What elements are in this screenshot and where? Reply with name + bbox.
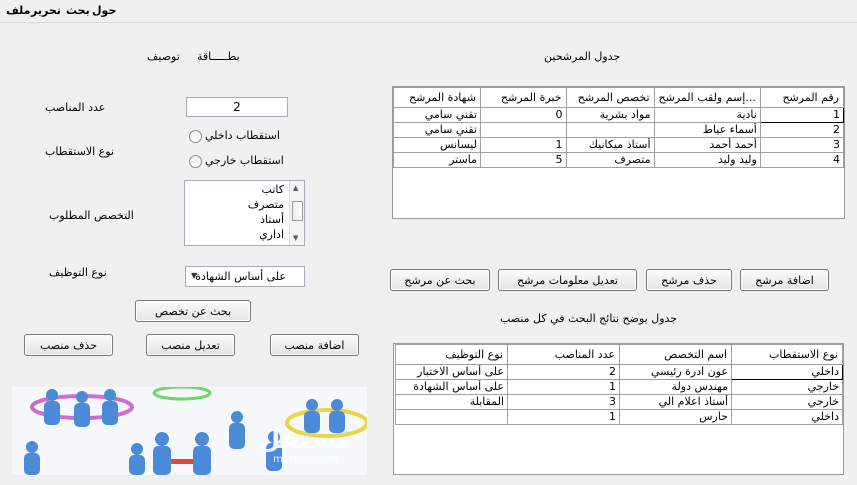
table-cell[interactable]: 1 [507, 379, 620, 395]
table-row[interactable]: المقابلة 3 أستاذ اعلام الي خارجي [395, 394, 843, 410]
menu-about[interactable]: حول [92, 4, 116, 17]
results-grid[interactable]: نوع التوظيف عدد المناصب اسم التخصص نوع ا… [393, 343, 844, 475]
column-header[interactable]: تخصص المرشح [565, 87, 655, 108]
table-cell[interactable]: ليسانس [393, 137, 481, 153]
search-candidate-button[interactable]: بحث عن مرشح [390, 269, 490, 291]
chevron-down-icon: ▼ [191, 271, 198, 280]
radio-internal[interactable] [189, 130, 202, 143]
menu-file[interactable]: ملف [6, 4, 30, 17]
edit-candidate-button[interactable]: تعديل معلومات مرشح [498, 269, 637, 291]
menu-bar [0, 0, 857, 23]
table-cell[interactable]: حارس [619, 409, 732, 425]
table-row[interactable]: تقني سامي أسماء عياط 2 [393, 122, 845, 138]
required-specialty-label: التخصص المطلوب [49, 209, 134, 222]
table-row[interactable]: ماستر 5 متصرف وليد وليد 4 [393, 152, 845, 168]
table-cell[interactable]: داخلي [731, 409, 843, 425]
table-cell[interactable]: 2 [759, 122, 845, 138]
listbox-scrollbar[interactable]: ▲ ▼ [289, 181, 304, 245]
table-cell[interactable]: تقني سامي [393, 122, 481, 138]
table-cell[interactable]: 3 [759, 137, 845, 153]
table-cell[interactable]: 1 [759, 107, 845, 123]
specialty-listbox[interactable]: كاتب متصرف أستاذ اداري ▲ ▼ [184, 180, 305, 246]
column-header[interactable]: نوع الاستقطاب [731, 344, 843, 365]
table-cell[interactable]: ماستر [393, 152, 481, 168]
table-cell[interactable]: على أساس الشهادة [395, 379, 508, 395]
column-header[interactable]: إسم ولقب المرشح... [653, 87, 761, 108]
table-cell[interactable]: متصرف [565, 152, 655, 168]
table-cell[interactable]: تقني سامي [393, 107, 481, 123]
table-cell[interactable]: نادية [653, 107, 761, 123]
search-specialty-button[interactable]: بحث عن تخصص [135, 300, 251, 322]
table-cell[interactable]: 5 [479, 152, 567, 168]
results-table-title: جدول يوضح نتائج البحث في كل منصب [500, 312, 678, 325]
radio-external-label: استقطاب خارجي [205, 154, 284, 167]
list-item[interactable]: اداري [185, 227, 288, 242]
menu-edit[interactable]: تحرير [31, 4, 61, 17]
column-header[interactable]: نوع التوظيف [395, 344, 508, 365]
table-cell[interactable]: 0 [479, 107, 567, 123]
column-header[interactable]: شهادة المرشح [393, 87, 481, 108]
table-row[interactable]: على أساس الشهادة 1 مهندس دولة خارجي [395, 379, 843, 395]
recruitment-type-label: نوع الاستقطاب [45, 145, 114, 158]
column-header[interactable]: عدد المناصب [507, 344, 620, 365]
add-position-button[interactable]: اضافة منصب [270, 334, 359, 356]
column-header[interactable]: خبرة المرشح [479, 87, 567, 108]
candidates-grid[interactable]: شهادة المرشح خبرة المرشح تخصص المرشح إسم… [392, 86, 845, 219]
watermark: مستقل mostaqi.com [258, 426, 353, 465]
table-cell[interactable]: أستاذ ميكانيك [565, 137, 655, 153]
delete-position-button[interactable]: حذف منصب [24, 334, 113, 356]
table-cell[interactable] [565, 122, 655, 138]
add-candidate-button[interactable]: اضافة مرشح [740, 269, 829, 291]
delete-candidate-button[interactable]: حذف مرشح [646, 269, 732, 291]
scroll-down-icon[interactable]: ▼ [293, 234, 298, 242]
hiring-type-select[interactable]: على أساس الشهادة ▼ [185, 266, 305, 287]
list-item[interactable]: متصرف [185, 197, 288, 212]
candidates-table: شهادة المرشح خبرة المرشح تخصص المرشح إسم… [393, 87, 845, 168]
tab-description[interactable]: توصيف [147, 50, 180, 63]
table-cell[interactable]: أستاذ اعلام الي [619, 394, 732, 410]
radio-external[interactable] [189, 155, 202, 168]
table-cell[interactable]: على أساس الاختبار [395, 364, 508, 380]
table-cell[interactable]: 2 [507, 364, 620, 380]
table-cell[interactable]: مواد بشرية [565, 107, 655, 123]
table-row[interactable]: 1 حارس داخلي [395, 409, 843, 425]
hiring-type-value: على أساس الشهادة [195, 270, 286, 283]
table-cell[interactable] [395, 409, 508, 425]
tab-card[interactable]: بطـــــاقة [197, 50, 240, 63]
radio-internal-label: استقطاب داخلي [205, 129, 280, 142]
table-cell[interactable]: مهندس دولة [619, 379, 732, 395]
table-row[interactable]: تقني سامي 0 مواد بشرية نادية 1 [393, 107, 845, 123]
scroll-thumb[interactable] [292, 201, 303, 221]
table-cell[interactable]: 4 [759, 152, 845, 168]
candidates-table-title: جدول المرشحين [544, 50, 621, 63]
watermark-logo-text: مستقل [257, 425, 353, 455]
table-cell[interactable]: المقابلة [395, 394, 508, 410]
table-cell[interactable] [479, 122, 567, 138]
table-cell[interactable]: أحمد أحمد [653, 137, 761, 153]
people-network-image: مستقل mostaqi.com [12, 387, 367, 475]
table-cell[interactable]: عون ادرة رئيسي [619, 364, 732, 380]
list-item[interactable]: كاتب [185, 182, 288, 197]
table-cell[interactable]: 3 [507, 394, 620, 410]
column-header[interactable]: اسم التخصص [619, 344, 732, 365]
table-cell[interactable]: أسماء عياط [653, 122, 761, 138]
table-row[interactable]: ليسانس 1 أستاذ ميكانيك أحمد أحمد 3 [393, 137, 845, 153]
positions-label: عدد المناصب [45, 101, 106, 114]
hiring-type-label: نوع التوظيف [49, 266, 107, 279]
scroll-up-icon[interactable]: ▲ [293, 184, 298, 192]
column-header[interactable]: رقم المرشح [759, 87, 845, 108]
table-row[interactable]: على أساس الاختبار 2 عون ادرة رئيسي داخلي [395, 364, 843, 380]
results-table: نوع التوظيف عدد المناصب اسم التخصص نوع ا… [395, 344, 843, 425]
positions-count-input[interactable]: 2 [186, 97, 288, 117]
table-cell[interactable]: 1 [479, 137, 567, 153]
menu-search[interactable]: بحث [66, 4, 90, 17]
edit-position-button[interactable]: تعديل منصب [146, 334, 235, 356]
table-cell[interactable]: خارجي [731, 394, 843, 410]
table-cell[interactable]: داخلي [731, 364, 843, 380]
table-cell[interactable]: وليد وليد [653, 152, 761, 168]
watermark-url: mostaqi.com [273, 454, 338, 465]
table-cell[interactable]: خارجي [731, 379, 843, 395]
list-item[interactable]: أستاذ [185, 212, 288, 227]
table-cell[interactable]: 1 [507, 409, 620, 425]
